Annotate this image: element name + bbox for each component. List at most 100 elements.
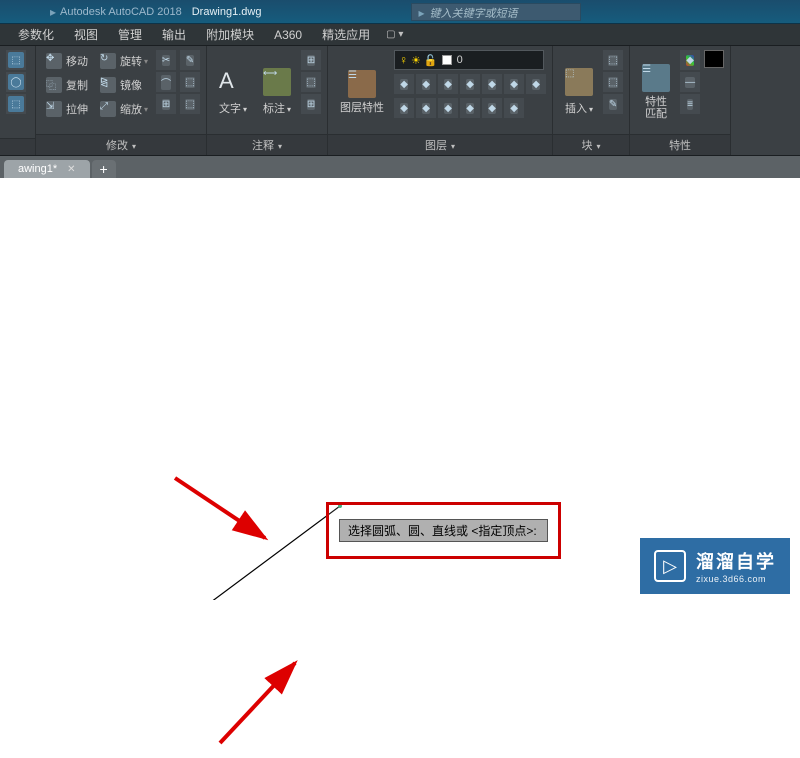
layer-tool-10[interactable]: ◆ <box>438 98 458 118</box>
modify-tool-b[interactable]: ⬚ <box>180 72 200 92</box>
panel-annotate: A 文字▾ ⟷ 标注▾ ⊞ ⬚ ⊞ 注释▾ <box>207 46 328 155</box>
search-input[interactable]: ▸ 键入关键字或短语 <box>411 3 581 21</box>
annot-tool-3[interactable]: ⊞ <box>301 94 321 114</box>
block-tool-1[interactable]: ⬚ <box>603 50 623 70</box>
drawing-canvas[interactable]: 选择圆弧、圆、直线或 <指定顶点>: ▷ 溜溜自学 zixue.3d66.com <box>0 178 800 600</box>
text-icon: A <box>219 68 247 96</box>
panel-draw-left: ⬚ ◯ ⬚ <box>0 46 36 155</box>
menu-manage[interactable]: 管理 <box>108 23 152 46</box>
dimension-button[interactable]: ⟷ 标注▾ <box>257 50 297 134</box>
trim-button[interactable]: ✂ <box>156 50 176 70</box>
props-tool-1[interactable]: ◆ <box>680 50 700 70</box>
panel-properties: ☰ 特性匹配 ◆ — ≡ 特性 <box>630 46 731 155</box>
layer-tool-2[interactable]: ◆ <box>416 74 436 94</box>
properties-icon: ☰ <box>642 64 670 92</box>
block-tool-3[interactable]: ✎ <box>603 94 623 114</box>
layer-tool-13[interactable]: ◆ <box>504 98 524 118</box>
layer-tool-11[interactable]: ◆ <box>460 98 480 118</box>
annot-tool-1[interactable]: ⊞ <box>301 50 321 70</box>
move-button[interactable]: ✥移动 <box>42 50 92 72</box>
layer-tool-8[interactable]: ◆ <box>394 98 414 118</box>
annot-tool-2[interactable]: ⬚ <box>301 72 321 92</box>
panel-layers: ☰ 图层特性 ♀ ☀ 🔓 0 ◆ ◆ ◆ ◆ <box>328 46 553 155</box>
modify-tool-c[interactable]: ⬚ <box>180 94 200 114</box>
layer-current: 0 <box>457 54 463 66</box>
insert-button[interactable]: ⬚ 插入▾ <box>559 50 599 134</box>
command-prompt-highlight: 选择圆弧、圆、直线或 <指定顶点>: <box>326 502 561 559</box>
red-arrow-lower <box>205 648 325 758</box>
watermark: ▷ 溜溜自学 zixue.3d66.com <box>640 538 790 594</box>
mirror-button[interactable]: ⧎镜像 <box>96 74 152 96</box>
block-tool-2[interactable]: ⬚ <box>603 72 623 92</box>
layer-tool-9[interactable]: ◆ <box>416 98 436 118</box>
menu-view[interactable]: 视图 <box>64 23 108 46</box>
panel-layers-title[interactable]: 图层▾ <box>328 134 552 155</box>
copy-icon: ⿻ <box>46 77 62 93</box>
draw-tool-3[interactable]: ⬚ <box>6 94 26 114</box>
command-prompt[interactable]: 选择圆弧、圆、直线或 <指定顶点>: <box>339 519 548 542</box>
stretch-icon: ⇲ <box>46 101 62 117</box>
draw-tool-2[interactable]: ◯ <box>6 72 26 92</box>
menu-expand-icon[interactable]: ▢ ▾ <box>380 29 409 40</box>
panel-modify-title[interactable]: 修改▾ <box>36 134 206 155</box>
layer-tool-7[interactable]: ◆ <box>526 74 546 94</box>
play-icon: ▸ <box>50 5 56 19</box>
app-name: Autodesk AutoCAD 2018 <box>60 6 182 18</box>
scale-button[interactable]: ⤢缩放▾ <box>96 98 152 120</box>
doc-name: Drawing1.dwg <box>192 6 262 18</box>
layer-tool-6[interactable]: ◆ <box>504 74 524 94</box>
draw-tool-1[interactable]: ⬚ <box>6 50 26 70</box>
menu-a360[interactable]: A360 <box>264 25 312 45</box>
menu-featured[interactable]: 精选应用 <box>312 23 380 46</box>
close-icon[interactable]: ✕ <box>67 164 75 175</box>
tab-label: awing1* <box>18 163 57 175</box>
watermark-url: zixue.3d66.com <box>696 574 776 584</box>
tab-add-button[interactable]: + <box>92 160 116 178</box>
layer-properties-button[interactable]: ☰ 图层特性 <box>334 50 390 134</box>
layer-tool-12[interactable]: ◆ <box>482 98 502 118</box>
menu-addins[interactable]: 附加模块 <box>196 23 264 46</box>
search-arrow-icon: ▸ <box>418 6 424 20</box>
panel-block-title[interactable]: 块▾ <box>553 134 629 155</box>
insert-icon: ⬚ <box>565 68 593 96</box>
title-bar: ▸ Autodesk AutoCAD 2018 Drawing1.dwg ▸ 键… <box>0 0 800 24</box>
layer-tool-3[interactable]: ◆ <box>438 74 458 94</box>
search-placeholder: 键入关键字或短语 <box>430 8 518 20</box>
dimension-icon: ⟷ <box>263 68 291 96</box>
layer-tool-4[interactable]: ◆ <box>460 74 480 94</box>
tab-drawing1[interactable]: awing1* ✕ <box>4 160 90 178</box>
lock-icon: 🔓 <box>424 54 438 67</box>
move-icon: ✥ <box>46 53 62 69</box>
array-button[interactable]: ⊞ <box>156 94 176 114</box>
watermark-text-cn: 溜溜自学 <box>696 548 776 574</box>
modify-tool-a[interactable]: ✎ <box>180 50 200 70</box>
layer-properties-icon: ☰ <box>348 70 376 98</box>
scale-icon: ⤢ <box>100 101 116 117</box>
layer-color-swatch <box>442 55 452 65</box>
panel-annotate-title[interactable]: 注释▾ <box>207 134 327 155</box>
watermark-logo-icon: ▷ <box>654 550 686 582</box>
properties-button[interactable]: ☰ 特性匹配 <box>636 50 676 134</box>
panel-props-title[interactable]: 特性 <box>630 134 730 155</box>
bulb-icon: ♀ <box>399 53 408 67</box>
stretch-button[interactable]: ⇲拉伸 <box>42 98 92 120</box>
rotate-button[interactable]: ↻旋转▾ <box>96 50 152 72</box>
menu-bar: 参数化 视图 管理 输出 附加模块 A360 精选应用 ▢ ▾ <box>0 24 800 46</box>
rotate-icon: ↻ <box>100 53 116 69</box>
color-swatch[interactable] <box>704 50 724 68</box>
props-tool-2[interactable]: — <box>680 72 700 92</box>
panel-modify: ✥移动 ⿻复制 ⇲拉伸 ↻旋转▾ ⧎镜像 ⤢缩放▾ ✂ ⌒ ⊞ ✎ ⬚ ⬚ 修改… <box>36 46 207 155</box>
panel-block: ⬚ 插入▾ ⬚ ⬚ ✎ 块▾ <box>553 46 630 155</box>
command-prompt-text: 选择圆弧、圆、直线或 <指定顶点>: <box>348 524 537 538</box>
ribbon: ⬚ ◯ ⬚ ✥移动 ⿻复制 ⇲拉伸 ↻旋转▾ ⧎镜像 ⤢缩放▾ ✂ ⌒ ⊞ <box>0 46 800 156</box>
menu-output[interactable]: 输出 <box>152 23 196 46</box>
text-button[interactable]: A 文字▾ <box>213 50 253 134</box>
layer-tool-5[interactable]: ◆ <box>482 74 502 94</box>
sun-icon: ☀ <box>411 54 421 67</box>
menu-parametric[interactable]: 参数化 <box>8 23 64 46</box>
layer-select[interactable]: ♀ ☀ 🔓 0 <box>394 50 544 70</box>
layer-tool-1[interactable]: ◆ <box>394 74 414 94</box>
props-tool-3[interactable]: ≡ <box>680 94 700 114</box>
fillet-button[interactable]: ⌒ <box>156 72 176 92</box>
copy-button[interactable]: ⿻复制 <box>42 74 92 96</box>
